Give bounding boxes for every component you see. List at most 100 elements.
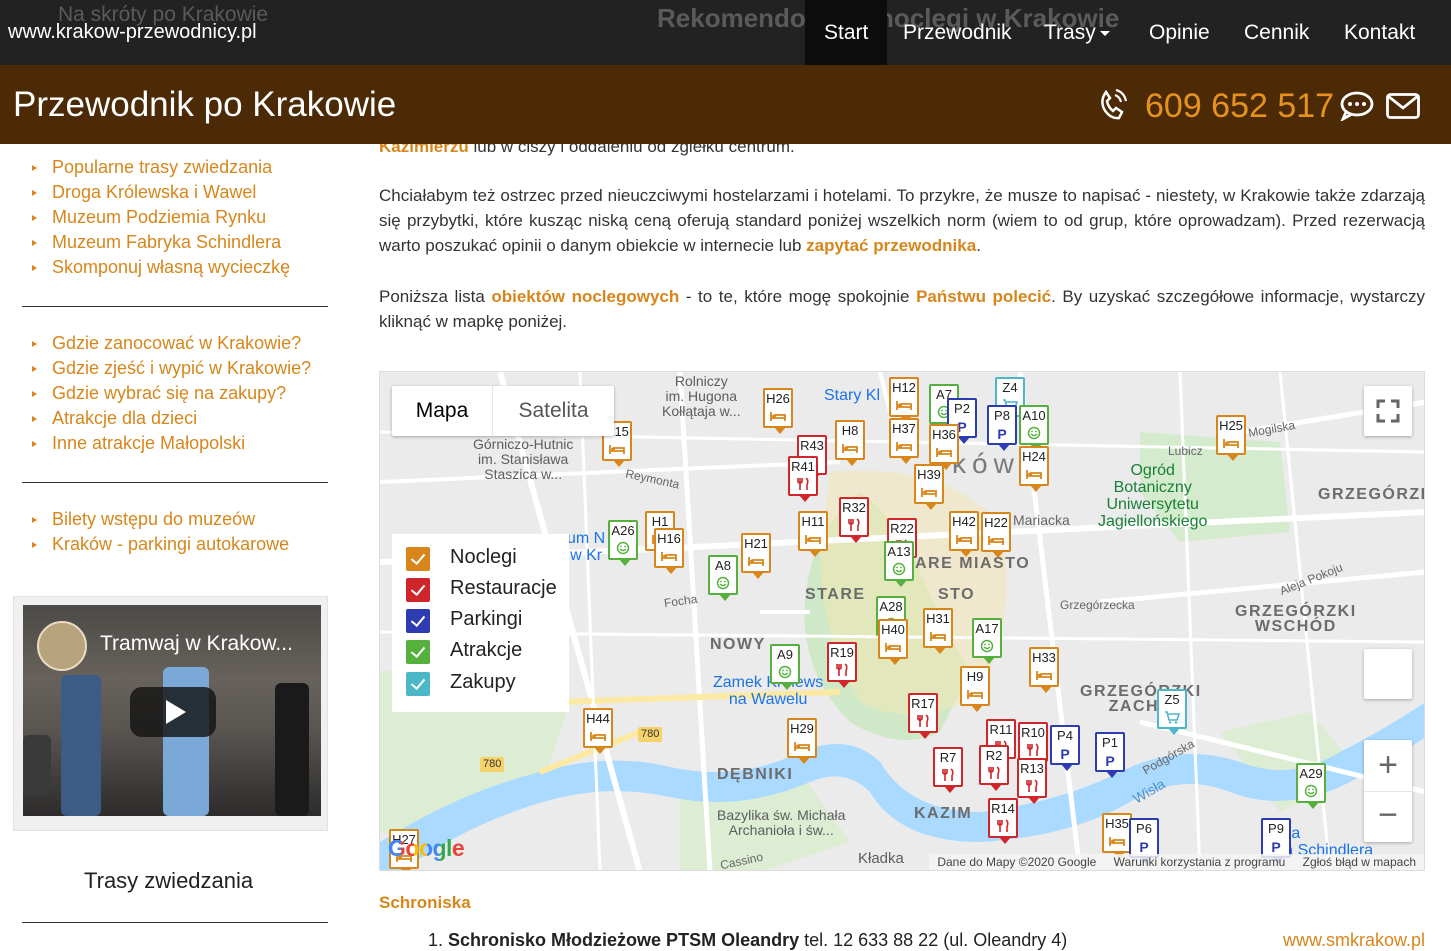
map-label-stary-kleparz: Stary Kl	[824, 387, 881, 404]
sidebar-item[interactable]: Gdzie zjeść i wypić w Krakowie?	[32, 356, 311, 381]
map-marker-p1[interactable]: P1 P	[1095, 732, 1125, 778]
map-marker-a29[interactable]: A29	[1296, 763, 1326, 809]
hostel-website-link[interactable]: www.smkrakow.pl	[1283, 930, 1425, 951]
map-marker-h16[interactable]: H16	[654, 528, 684, 574]
map-marker-a8[interactable]: A8	[708, 555, 738, 601]
marker-label: A9	[777, 647, 793, 662]
map-marker-r32[interactable]: R32	[839, 497, 869, 543]
map-marker-h29[interactable]: H29	[787, 718, 817, 764]
nav-start[interactable]: Start	[805, 0, 888, 65]
nav-przewodnik[interactable]: Przewodnik	[884, 0, 1031, 65]
map-marker-a10[interactable]: A10	[1019, 405, 1049, 451]
map-marker-r19[interactable]: R19	[827, 642, 857, 688]
ask-guide-link[interactable]: zapytać przewodnika	[806, 236, 976, 255]
marker-label: H9	[966, 669, 984, 684]
sidebar-item[interactable]: Inne atrakcje Małopolski	[32, 431, 311, 456]
map-label-rolniczy: Rolniczy im. Hugona Kołłątaja w...	[662, 374, 741, 419]
site-header: Przewodnik po Krakowie 609 652 517	[0, 65, 1451, 144]
map-marker-a17[interactable]: A17	[972, 618, 1002, 664]
map-marker-r17[interactable]: R17	[908, 693, 938, 739]
phone-number[interactable]: 609 652 517	[1145, 87, 1334, 126]
sidebar-item[interactable]: Muzeum Podziemia Rynku	[32, 205, 290, 230]
map-marker-p8[interactable]: P8 P	[987, 405, 1017, 451]
marker-label: P6	[1136, 821, 1152, 836]
map-marker-h37[interactable]: H37	[889, 418, 919, 464]
tab-map[interactable]: Mapa	[392, 386, 492, 436]
map-marker-h42[interactable]: H42	[949, 511, 979, 557]
checkbox-icon[interactable]	[406, 547, 430, 571]
nav-cennik[interactable]: Cennik	[1225, 0, 1328, 65]
google-map[interactable]: Rolniczy im. Hugona Kołłątaja w... Stary…	[379, 371, 1425, 871]
checkbox-icon[interactable]	[406, 672, 430, 696]
map-marker-r14[interactable]: R14	[988, 798, 1018, 844]
map-marker-r2[interactable]: R2	[979, 745, 1009, 791]
site-url-link[interactable]: www.krakow-przewodnicy.pl	[8, 21, 257, 44]
top-navbar: Na skróty po Krakowie Rekomendowane nocl…	[0, 0, 1451, 65]
map-marker-h9[interactable]: H9	[960, 666, 990, 712]
checkbox-icon[interactable]	[406, 640, 430, 664]
map-marker-h26[interactable]: H26	[763, 388, 793, 434]
nav-opinie[interactable]: Opinie	[1130, 0, 1229, 65]
sidebar-item[interactable]: Skomponuj własną wycieczkę	[32, 255, 290, 280]
video-player[interactable]: Tramwaj w Krakow...	[23, 605, 321, 816]
chat-icon[interactable]	[1339, 91, 1375, 126]
map-marker-h11[interactable]: H11	[798, 511, 828, 557]
zoom-in-button[interactable]: +	[1364, 740, 1412, 791]
site-title[interactable]: Przewodnik po Krakowie	[13, 85, 396, 125]
map-marker-h22[interactable]: H22	[981, 512, 1011, 558]
map-marker-a13[interactable]: A13	[884, 541, 914, 587]
map-terms-link[interactable]: Warunki korzystania z programu	[1114, 855, 1286, 869]
map-marker-h39[interactable]: H39	[914, 464, 944, 510]
phone-icon[interactable]	[1098, 88, 1128, 126]
street-view-button[interactable]	[1364, 649, 1412, 699]
sidebar-item[interactable]: Atrakcje dla dzieci	[32, 406, 311, 431]
map-marker-p6[interactable]: P6 P	[1129, 818, 1159, 864]
map-marker-h25[interactable]: H25	[1216, 415, 1246, 461]
sidebar-item[interactable]: Popularne trasy zwiedzania	[32, 155, 290, 180]
map-marker-a26[interactable]: A26	[608, 520, 638, 566]
map-marker-h12[interactable]: H12	[889, 377, 919, 423]
accommodation-link[interactable]: obiektów noclegowych	[491, 287, 679, 306]
recommend-link[interactable]: Państwu polecić	[916, 287, 1051, 306]
sidebar-item[interactable]: Droga Królewska i Wawel	[32, 180, 290, 205]
map-marker-h24[interactable]: H24	[1019, 446, 1049, 492]
marker-label: A28	[879, 599, 903, 614]
sidebar-item[interactable]: Gdzie wybrać się na zakupy?	[32, 381, 311, 406]
map-marker-r10[interactable]: R10	[1018, 722, 1048, 768]
map-marker-h44[interactable]: H44	[583, 708, 613, 754]
map-marker-a9[interactable]: A9	[770, 644, 800, 690]
map-marker-h35[interactable]: H35	[1102, 813, 1132, 859]
map-marker-z5[interactable]: Z5	[1157, 689, 1187, 735]
map-marker-r13[interactable]: R13	[1017, 758, 1047, 804]
map-marker-h36[interactable]: H36	[929, 424, 959, 470]
map-marker-r7[interactable]: R7	[933, 747, 963, 793]
sidebar-item[interactable]: Bilety wstępu do muzeów	[32, 507, 289, 532]
marker-label: H26	[766, 391, 790, 406]
tab-satellite[interactable]: Satelita	[492, 386, 614, 436]
map-marker-h31[interactable]: H31	[923, 608, 953, 654]
map-marker-h21[interactable]: H21	[741, 533, 771, 579]
marker-label: H31	[926, 611, 950, 626]
play-icon[interactable]	[130, 687, 216, 737]
marker-symbol-icon: P	[1052, 746, 1078, 760]
map-marker-h40[interactable]: H40	[878, 619, 908, 665]
nav-kontakt[interactable]: Kontakt	[1325, 0, 1434, 65]
map-report-link[interactable]: Zgłoś błąd w mapach	[1303, 855, 1416, 869]
zoom-out-button[interactable]: −	[1364, 791, 1412, 842]
nav-trasy[interactable]: Trasy	[1025, 0, 1129, 65]
marker-label: H21	[744, 536, 768, 551]
map-marker-p9[interactable]: P9 P	[1261, 818, 1291, 864]
map-marker-h33[interactable]: H33	[1029, 647, 1059, 693]
map-marker-p4[interactable]: P4 P	[1050, 725, 1080, 771]
map-marker-r41[interactable]: R41	[788, 456, 818, 502]
sidebar-item[interactable]: Gdzie zanocować w Krakowie?	[32, 331, 311, 356]
sidebar-item[interactable]: Muzeum Fabryka Schindlera	[32, 230, 290, 255]
map-marker-h8[interactable]: H8	[835, 420, 865, 466]
marker-label: H39	[917, 467, 941, 482]
sidebar-item[interactable]: Kraków - parkingi autokarowe	[32, 532, 289, 557]
checkbox-icon[interactable]	[406, 609, 430, 633]
video-figure	[61, 675, 101, 816]
checkbox-icon[interactable]	[406, 578, 430, 602]
mail-icon[interactable]	[1386, 93, 1420, 124]
fullscreen-button[interactable]	[1364, 386, 1412, 436]
